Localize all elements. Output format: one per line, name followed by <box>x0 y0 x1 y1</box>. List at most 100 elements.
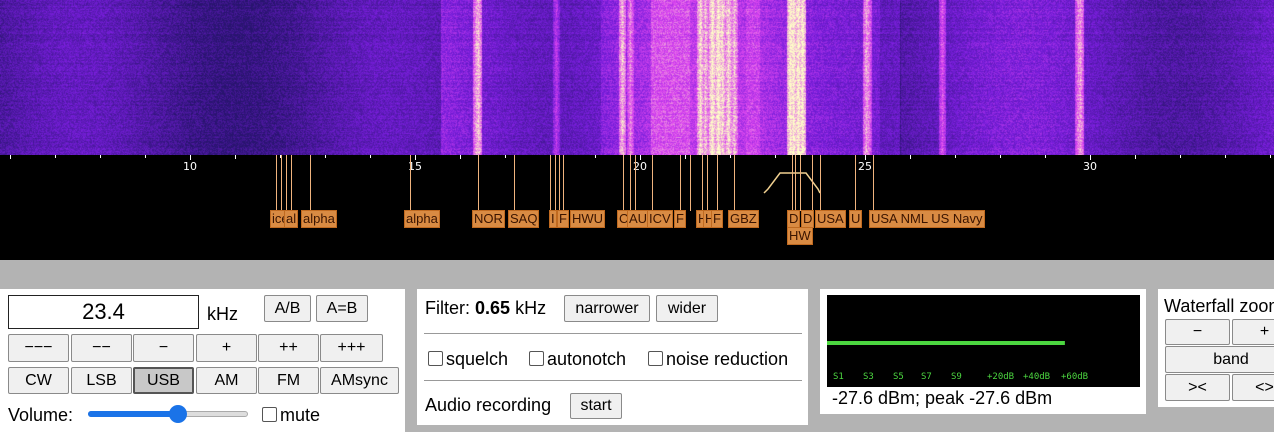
step-up-large-button[interactable]: +++ <box>320 334 383 362</box>
station-marker[interactable]: alpha <box>404 210 440 228</box>
filter-label: Filter: <box>425 298 470 318</box>
station-marker[interactable]: ICV <box>647 210 673 228</box>
signal-meter: S1 S3 S5 S7 S9 +20dB +40dB +60dB <box>827 295 1140 387</box>
station-marker-line <box>812 155 813 211</box>
waterfall-display[interactable] <box>0 0 1274 155</box>
station-marker[interactable]: F <box>711 210 723 228</box>
station-marker-line <box>478 155 479 211</box>
scale-tick <box>370 155 371 158</box>
step-down-medium-button[interactable]: −− <box>71 334 132 362</box>
scale-major-tick <box>640 155 641 160</box>
autonotch-checkbox[interactable] <box>529 351 544 366</box>
record-start-button[interactable]: start <box>570 393 622 419</box>
station-marker-line <box>514 155 515 211</box>
station-marker[interactable]: I <box>549 210 557 228</box>
step-down-large-button[interactable]: −−− <box>8 334 69 362</box>
station-marker[interactable]: alpha <box>301 210 337 228</box>
station-marker-line <box>734 155 735 211</box>
station-marker[interactable]: HWU <box>570 210 606 228</box>
station-marker-line <box>635 155 636 211</box>
station-marker-line <box>702 155 703 211</box>
zoom-narrow-button[interactable]: >< <box>1165 374 1230 401</box>
filter-readout: Filter: 0.65 kHz <box>425 298 546 319</box>
audio-recording-label: Audio recording <box>425 395 552 415</box>
mute-option[interactable]: mute <box>262 405 320 426</box>
station-marker-line <box>792 155 793 211</box>
station-marker[interactable]: al <box>284 210 299 228</box>
scale-tick <box>1045 155 1046 158</box>
noise-reduction-checkbox[interactable] <box>648 351 663 366</box>
station-marker-line <box>286 155 287 211</box>
station-marker[interactable]: F <box>557 210 569 228</box>
mode-cw-button[interactable]: CW <box>8 367 69 394</box>
station-marker[interactable]: GBZ <box>728 210 759 228</box>
scale-tick <box>325 155 326 158</box>
signal-reading: -27.6 dBm; peak -27.6 dBm <box>832 388 1053 408</box>
a-b-button[interactable]: A/B <box>264 295 311 322</box>
mode-usb-button[interactable]: USB <box>133 367 194 394</box>
volume-slider[interactable] <box>88 405 248 423</box>
zoom-in-button[interactable]: + <box>1232 319 1274 345</box>
wider-button[interactable]: wider <box>656 295 718 322</box>
station-marker[interactable]: AU <box>627 210 650 228</box>
station-marker-line <box>563 155 564 211</box>
step-up-small-button[interactable]: + <box>196 334 257 362</box>
smeter-scale-label: S3 <box>863 372 874 382</box>
station-marker-line <box>707 155 708 211</box>
filter-unit: kHz <box>515 298 547 318</box>
station-marker-line <box>276 155 277 211</box>
zoom-wide-button[interactable]: <> <box>1232 374 1274 401</box>
station-marker[interactable]: F <box>674 210 686 228</box>
station-marker-line <box>623 155 624 211</box>
scale-tick <box>685 155 686 159</box>
station-marker[interactable]: SAQ <box>508 210 540 228</box>
tick-label: 10 <box>183 160 197 173</box>
scale-tick <box>1180 155 1181 158</box>
narrower-button[interactable]: narrower <box>564 295 650 322</box>
squelch-label: squelch <box>446 349 509 369</box>
mode-amsync-button[interactable]: AMsync <box>320 367 399 394</box>
station-marker-line <box>281 155 282 211</box>
station-marker[interactable]: USA <box>815 210 846 228</box>
squelch-option[interactable]: squelch <box>428 349 508 370</box>
mode-fm-button[interactable]: FM <box>258 367 319 394</box>
scale-tick <box>1135 155 1136 159</box>
station-marker[interactable]: U <box>849 210 863 228</box>
step-down-small-button[interactable]: − <box>133 334 194 362</box>
scale-tick <box>595 155 596 158</box>
autonotch-option[interactable]: autonotch <box>529 349 626 370</box>
mode-lsb-button[interactable]: LSB <box>71 367 132 394</box>
scale-major-tick <box>190 155 191 160</box>
frequency-scale[interactable]: 10 15 20 25 30 ice al alpha alpha NOR SA… <box>0 155 1274 260</box>
filter-value: 0.65 <box>475 298 511 318</box>
zoom-band-button[interactable]: band <box>1165 346 1274 373</box>
station-marker[interactable]: NOR <box>472 210 505 228</box>
noise-reduction-option[interactable]: noise reduction <box>648 349 788 370</box>
station-marker[interactable]: USA NML US Navy <box>869 210 985 228</box>
station-marker-line <box>555 155 556 211</box>
station-marker[interactable]: HW <box>787 227 813 245</box>
frequency-input[interactable]: 23.4 <box>8 295 199 329</box>
zoom-out-button[interactable]: − <box>1165 319 1230 345</box>
mute-checkbox[interactable] <box>262 407 277 422</box>
smeter-scale-label: +20dB <box>987 372 1014 382</box>
step-up-medium-button[interactable]: ++ <box>258 334 319 362</box>
mode-am-button[interactable]: AM <box>196 367 257 394</box>
squelch-checkbox[interactable] <box>428 351 443 366</box>
smeter-scale-label: S7 <box>921 372 932 382</box>
filter-panel: Filter: 0.65 kHz narrower wider squelch … <box>417 289 808 425</box>
divider <box>424 380 802 381</box>
station-marker-line <box>795 155 796 211</box>
scale-tick <box>460 155 461 159</box>
scale-tick <box>730 155 731 158</box>
scale-tick <box>1225 155 1226 158</box>
a-equals-b-button[interactable]: A=B <box>316 295 368 322</box>
station-marker[interactable]: D <box>787 210 801 228</box>
scale-tick <box>1270 155 1271 158</box>
waterfall-zoom-label: Waterfall zoom <box>1164 296 1274 316</box>
station-marker-line <box>291 155 292 211</box>
noise-reduction-label: noise reduction <box>666 349 789 369</box>
station-marker-line <box>550 155 551 211</box>
scale-major-tick <box>1090 155 1091 160</box>
station-marker[interactable]: D <box>801 210 815 228</box>
